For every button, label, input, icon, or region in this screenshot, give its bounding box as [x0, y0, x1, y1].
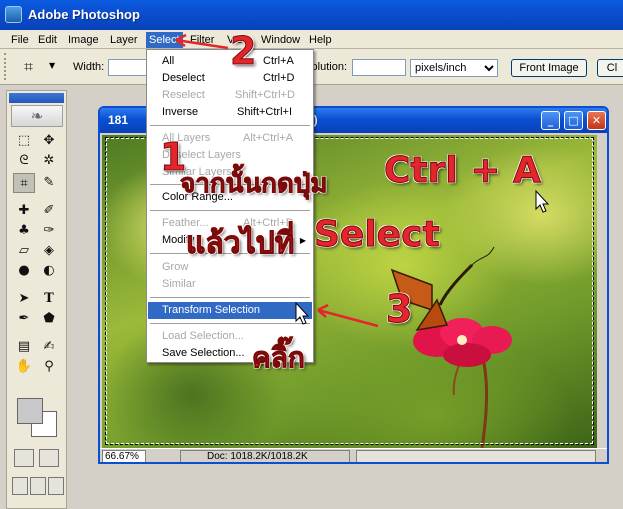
annotation-arrows	[175, 33, 550, 328]
step-3-number: 3	[385, 287, 413, 332]
select-word-text: Select	[314, 214, 441, 256]
step-2-number: 2	[229, 29, 257, 74]
photoshop-window: Adobe Photoshop File Edit Image Layer Se…	[0, 0, 623, 509]
step-1-instruction: จากนั้นกดปุ่ม	[179, 169, 328, 200]
click-text: คลิ๊ก	[252, 341, 306, 375]
then-go-to-text: แล้วไปที่	[185, 226, 295, 262]
cursor-icon	[535, 189, 550, 213]
ctrl-a-text: Ctrl + A	[384, 150, 542, 192]
cursor-icon	[295, 301, 310, 325]
